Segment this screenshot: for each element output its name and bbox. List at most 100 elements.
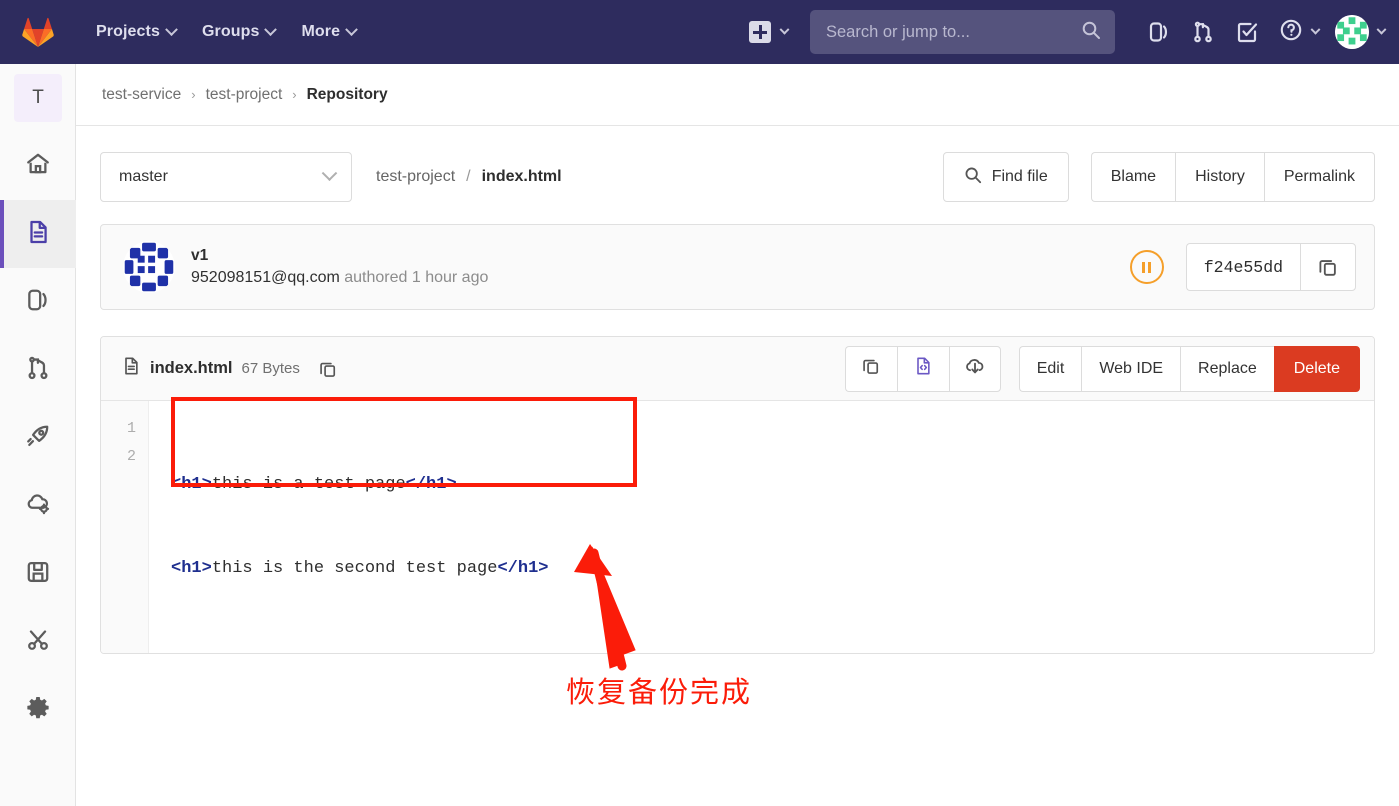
file-title-group: index.html 67 Bytes — [121, 356, 338, 381]
commit-text-block: v1 952098151@qq.com authored 1 hour ago — [191, 247, 488, 287]
last-commit-card: v1 952098151@qq.com authored 1 hour ago … — [100, 224, 1375, 310]
annotation-caption: 恢复备份完成 — [566, 675, 753, 709]
help-icon — [1279, 18, 1303, 47]
file-icon-button-group — [844, 345, 1001, 392]
breadcrumb-separator-icon: › — [191, 87, 196, 102]
nav-item-more[interactable]: More — [301, 22, 358, 41]
sidebar-project-initial: T — [14, 74, 62, 122]
user-menu-button[interactable] — [1335, 15, 1387, 49]
edit-button[interactable]: Edit — [1018, 345, 1082, 392]
breadcrumb-separator-icon: › — [292, 87, 297, 102]
file-history-button-group: Blame History Permalink — [1090, 152, 1375, 202]
code-viewer: 1 2 <h1>this is a test page</h1> <h1>thi… — [101, 397, 1374, 653]
nav-item-groups-label: Groups — [201, 23, 260, 40]
file-document-icon — [25, 219, 51, 250]
file-header: index.html 67 Bytes Edit Web IDE Replace… — [101, 337, 1374, 401]
sidebar-item-operations[interactable] — [0, 472, 76, 540]
history-button[interactable]: History — [1175, 152, 1264, 202]
sidebar-item-settings[interactable] — [0, 676, 76, 744]
commit-authored-time: authored 1 hour ago — [339, 269, 489, 286]
sidebar-item-snippets[interactable] — [0, 608, 76, 676]
rocket-icon — [25, 423, 51, 454]
left-sidebar: T — [0, 64, 76, 806]
chevron-down-icon — [345, 22, 358, 36]
commit-sha[interactable]: f24e55dd — [1185, 243, 1300, 291]
blame-button[interactable]: Blame — [1090, 152, 1176, 202]
breadcrumb-item-project[interactable]: test-project — [206, 86, 283, 104]
repository-actions: Find file Blame History Permalink — [942, 152, 1375, 202]
repository-toolbar: master test-project / index.html Find fi… — [100, 152, 1375, 202]
sidebar-item-repository[interactable] — [0, 200, 76, 268]
chevron-down-icon — [1310, 24, 1321, 35]
find-file-button[interactable]: Find file — [942, 152, 1069, 202]
merge-request-icon — [25, 355, 51, 386]
breadcrumb-item-group[interactable]: test-service — [102, 86, 181, 104]
sidebar-item-merge-requests[interactable] — [0, 336, 76, 404]
find-file-label: Find file — [991, 168, 1048, 185]
chevron-down-icon — [321, 164, 338, 181]
help-button[interactable] — [1279, 18, 1321, 47]
download-button[interactable] — [948, 345, 1001, 392]
file-action-buttons: Edit Web IDE Replace Delete — [844, 345, 1360, 392]
html-tag-token: <h1> — [171, 475, 212, 494]
sidebar-item-packages[interactable] — [0, 540, 76, 608]
copy-file-contents-button[interactable] — [844, 345, 897, 392]
file-path-breadcrumb: test-project / index.html — [376, 168, 562, 186]
delete-button[interactable]: Delete — [1273, 345, 1360, 392]
download-cloud-icon — [964, 355, 986, 382]
line-number-gutter: 1 2 — [101, 401, 149, 653]
nav-item-groups[interactable]: Groups — [201, 22, 278, 41]
commit-author-email[interactable]: 952098151@qq.com — [191, 269, 340, 286]
line-number[interactable]: 2 — [101, 443, 148, 471]
open-raw-button[interactable] — [896, 345, 949, 392]
branch-selector[interactable]: master — [100, 152, 352, 202]
nav-item-projects[interactable]: Projects — [96, 22, 178, 41]
sidebar-project-avatar[interactable]: T — [0, 64, 76, 132]
gear-icon — [25, 695, 51, 726]
search-input[interactable]: Search or jump to... — [810, 10, 1115, 54]
copy-icon[interactable] — [1300, 243, 1356, 291]
pipeline-pending-icon[interactable] — [1129, 250, 1164, 284]
html-tag-token: </h1> — [405, 475, 457, 494]
scissors-icon — [25, 627, 51, 658]
top-navbar: Projects Groups More Search or jump to..… — [0, 0, 1399, 64]
nav-item-projects-label: Projects — [96, 23, 160, 40]
code-text: this is the second test page — [211, 559, 498, 578]
code-line: <h1>this is the second test page</h1> — [171, 555, 548, 583]
breadcrumb: test-service › test-project › Repository — [76, 64, 1399, 126]
search-icon — [1081, 20, 1101, 45]
todos-icon[interactable] — [1225, 10, 1269, 54]
sidebar-item-cicd[interactable] — [0, 404, 76, 472]
copy-icon — [861, 356, 881, 381]
file-code-icon — [913, 356, 933, 381]
file-size-label: 67 Bytes — [241, 360, 300, 377]
file-text-button-group: Edit Web IDE Replace Delete — [1018, 345, 1360, 392]
issues-icon — [25, 287, 51, 318]
issues-icon[interactable] — [1137, 10, 1181, 54]
permalink-button[interactable]: Permalink — [1263, 152, 1375, 202]
commit-author-avatar[interactable] — [123, 241, 175, 293]
chevron-down-icon — [165, 22, 178, 36]
replace-button[interactable]: Replace — [1180, 345, 1274, 392]
nav-menu: Projects Groups More — [96, 22, 358, 41]
gitlab-logo-icon[interactable] — [0, 0, 76, 64]
branch-name-label: master — [119, 168, 168, 185]
content-area: test-service › test-project › Repository… — [76, 64, 1399, 806]
navbar-right-group: Search or jump to... — [749, 10, 1399, 54]
home-icon — [25, 151, 51, 182]
sidebar-item-issues[interactable] — [0, 268, 76, 336]
web-ide-button[interactable]: Web IDE — [1081, 345, 1181, 392]
commit-message[interactable]: v1 — [191, 247, 488, 265]
nav-item-more-label: More — [301, 23, 341, 40]
file-name-label: index.html — [150, 359, 233, 377]
cloud-gear-icon — [25, 491, 51, 522]
html-tag-token: <h1> — [171, 559, 212, 578]
code-content[interactable]: <h1>this is a test page</h1> <h1>this is… — [149, 401, 548, 653]
line-number[interactable]: 1 — [101, 415, 148, 443]
create-new-button[interactable] — [749, 21, 790, 43]
sidebar-item-project-overview[interactable] — [0, 132, 76, 200]
copy-icon[interactable] — [318, 359, 338, 379]
merge-requests-icon[interactable] — [1181, 10, 1225, 54]
package-icon — [25, 559, 51, 590]
path-root-link[interactable]: test-project — [376, 168, 455, 186]
